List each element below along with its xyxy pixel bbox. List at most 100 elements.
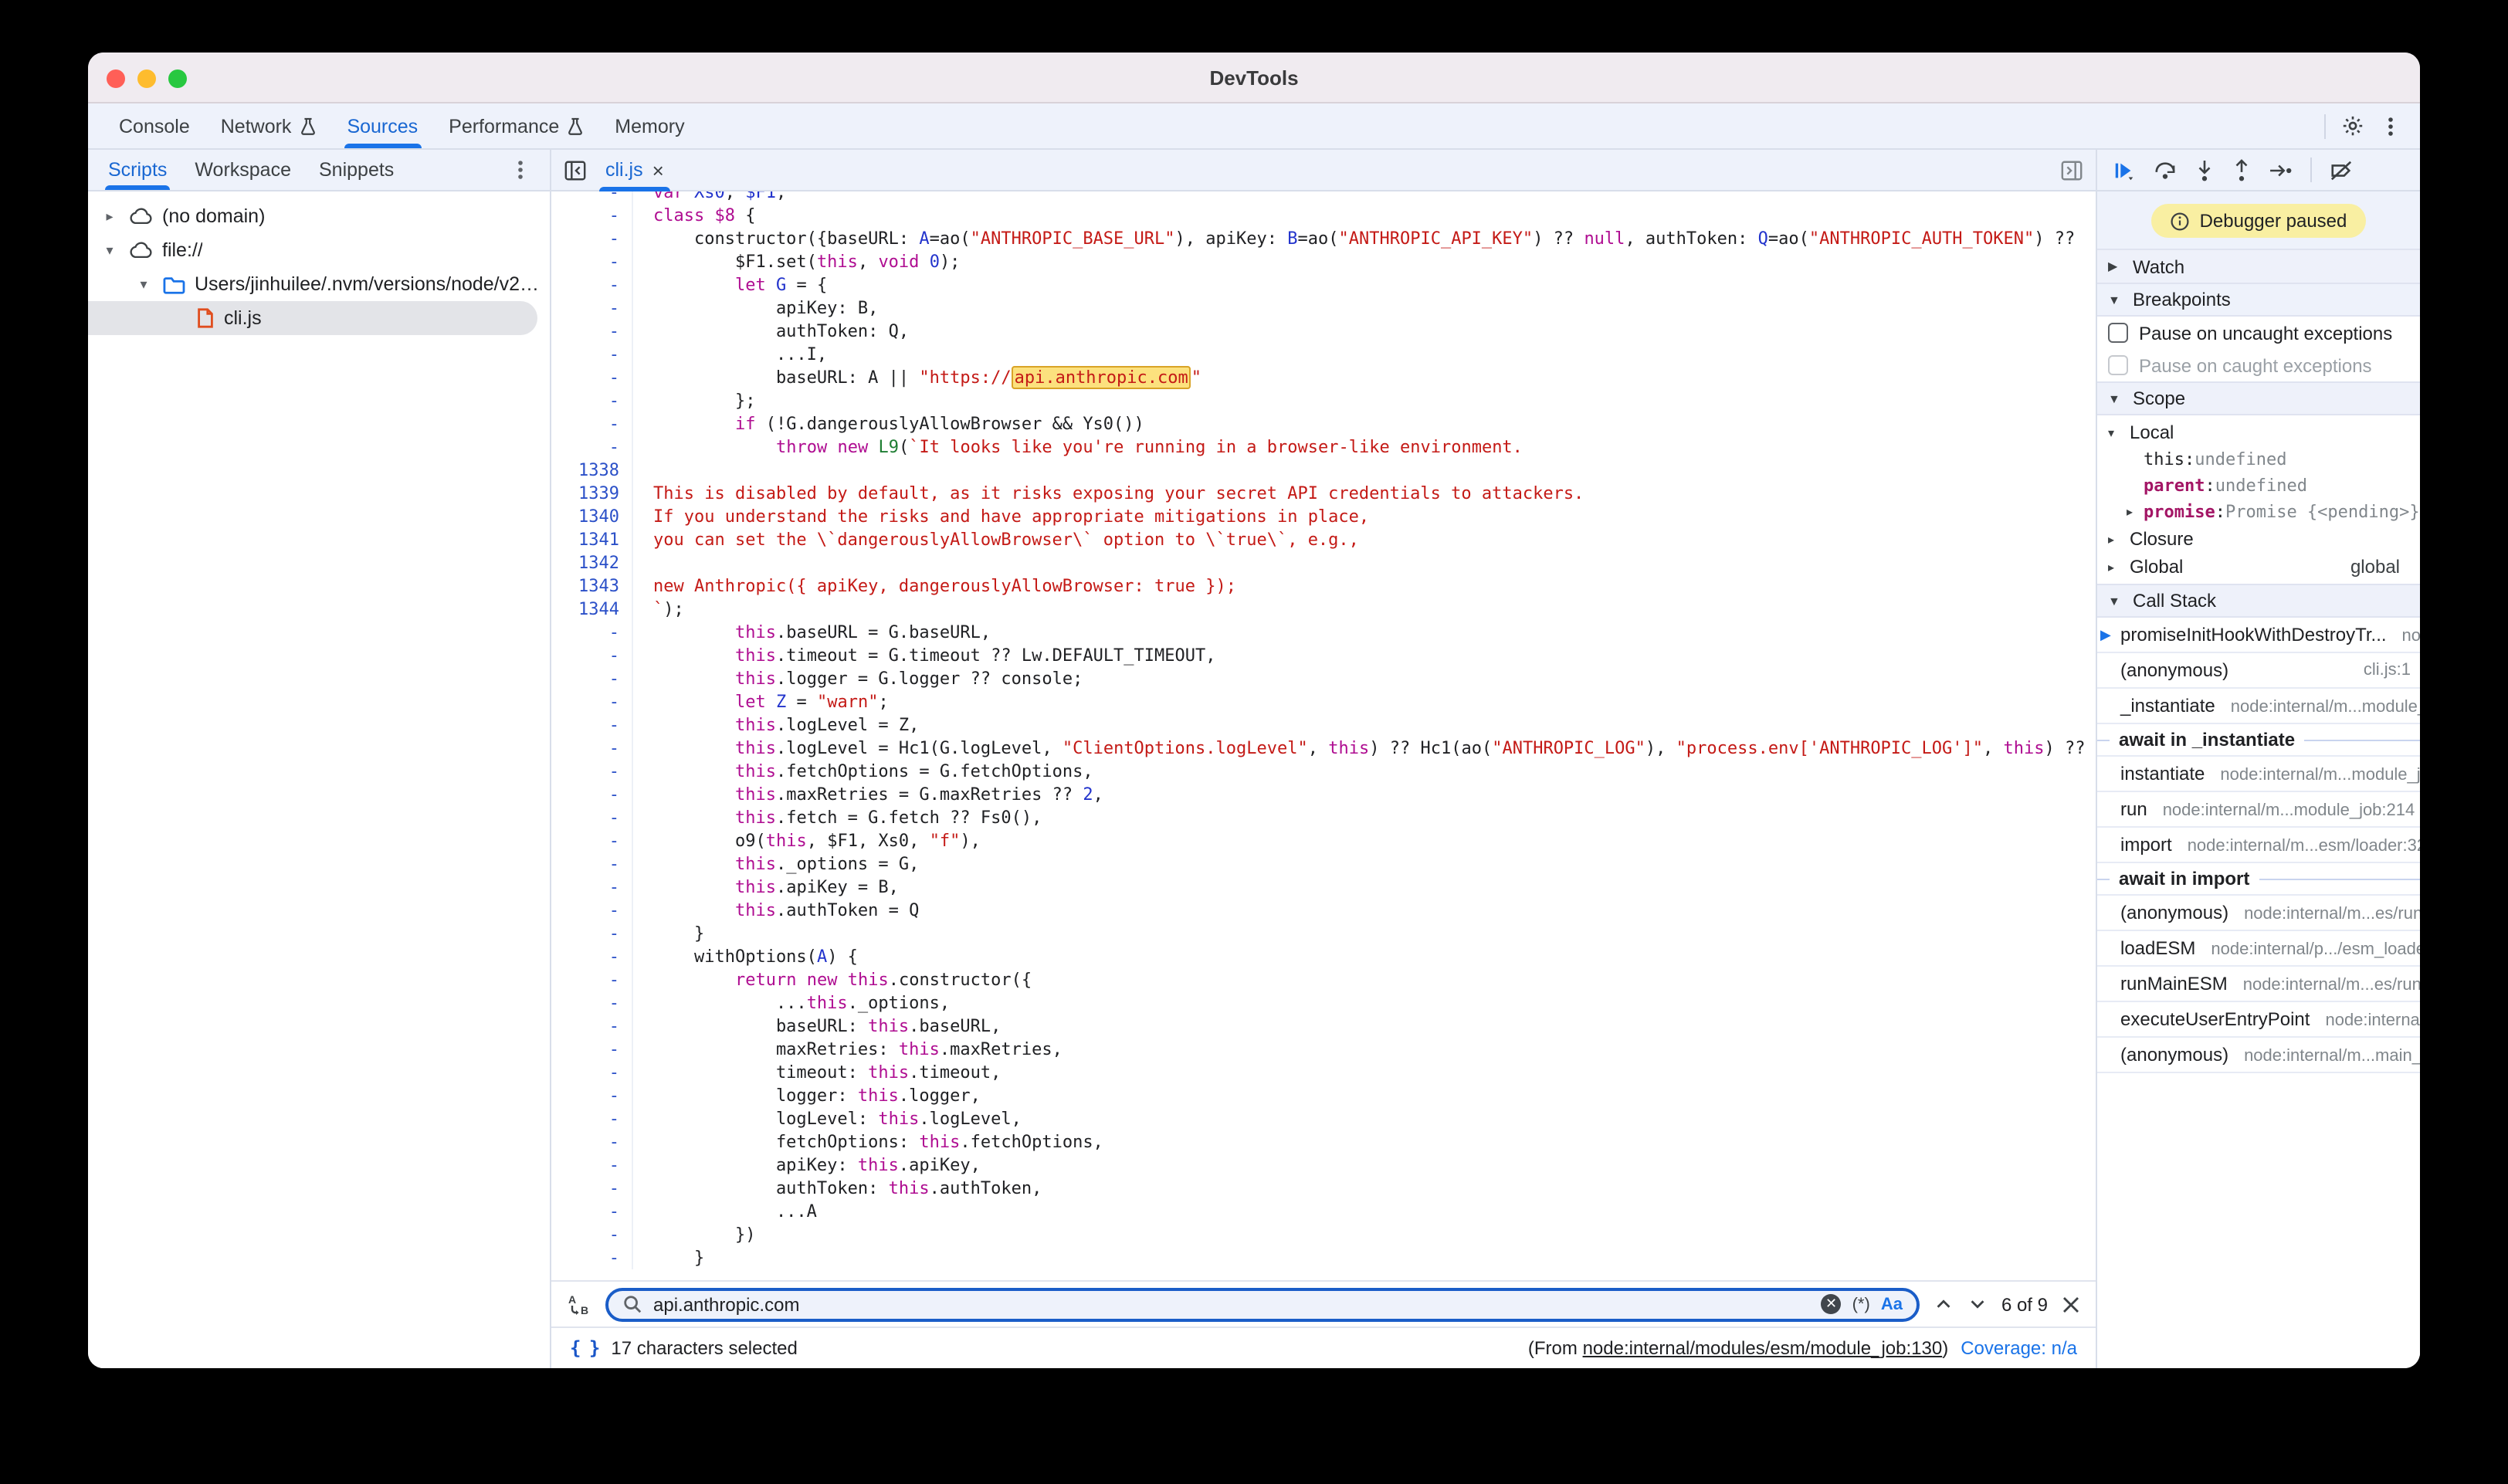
code-line[interactable]: - this.logLevel = Hc1(G.logLevel, "Clien… <box>551 737 2096 760</box>
line-number[interactable]: - <box>551 204 632 227</box>
call-stack-frame[interactable]: ▶promiseInitHookWithDestroyTr...node:int… <box>2097 618 2420 653</box>
scope-group-closure[interactable]: ▸Closure <box>2097 525 2420 553</box>
code-line[interactable]: - } <box>551 1246 2096 1269</box>
breakpoints-section-header[interactable]: ▼ Breakpoints <box>2097 283 2420 317</box>
sidebar-tab-snippets[interactable]: Snippets <box>305 150 408 190</box>
line-number[interactable]: - <box>551 1061 632 1084</box>
code-line[interactable]: - this.baseURL = G.baseURL, <box>551 621 2096 644</box>
line-number[interactable]: - <box>551 899 632 922</box>
code-line[interactable]: - ...I, <box>551 343 2096 366</box>
line-number[interactable]: - <box>551 991 632 1015</box>
line-number[interactable]: - <box>551 1177 632 1200</box>
close-tab-icon[interactable]: × <box>652 160 664 180</box>
code-line[interactable]: 1343new Anthropic({ apiKey, dangerouslyA… <box>551 574 2096 598</box>
line-number[interactable]: - <box>551 713 632 737</box>
code-line[interactable]: - return new this.constructor({ <box>551 968 2096 991</box>
line-number[interactable]: 1341 <box>551 528 632 551</box>
line-number[interactable]: - <box>551 1223 632 1246</box>
tree-item-file-[interactable]: ▾file:// <box>88 233 537 267</box>
call-stack-section-header[interactable]: ▼ Call Stack <box>2097 584 2420 618</box>
pretty-print-icon[interactable]: { } <box>570 1337 598 1359</box>
line-number[interactable]: - <box>551 737 632 760</box>
code-line[interactable]: - } <box>551 922 2096 945</box>
code-line[interactable]: - fetchOptions: this.fetchOptions, <box>551 1130 2096 1154</box>
code-line[interactable]: - authToken: this.authToken, <box>551 1177 2096 1200</box>
line-number[interactable]: - <box>551 1200 632 1223</box>
line-number[interactable]: - <box>551 1246 632 1269</box>
line-number[interactable]: - <box>551 296 632 320</box>
show-debugger-sidebar-icon[interactable] <box>2060 158 2083 181</box>
call-stack-frame[interactable]: loadESMnode:internal/p.../esm_loader:34 <box>2097 931 2420 967</box>
line-number[interactable]: - <box>551 320 632 343</box>
code-line[interactable]: - withOptions(A) { <box>551 945 2096 968</box>
line-number[interactable]: - <box>551 343 632 366</box>
match-case-toggle[interactable]: Aa <box>1881 1295 1903 1313</box>
line-number[interactable]: - <box>551 1015 632 1038</box>
line-number[interactable]: - <box>551 435 632 459</box>
clear-search-icon[interactable]: ✕ <box>1822 1294 1842 1314</box>
code-line[interactable]: - this.fetchOptions = G.fetchOptions, <box>551 760 2096 783</box>
next-match-icon[interactable] <box>1967 1294 1988 1314</box>
scope-section-header[interactable]: ▼ Scope <box>2097 381 2420 415</box>
tab-sources[interactable]: Sources <box>331 103 433 148</box>
line-number[interactable]: 1344 <box>551 598 632 621</box>
breakpoint-option[interactable]: Pause on caught exceptions <box>2097 349 2420 381</box>
call-stack-frame[interactable]: instantiatenode:internal/m...module_job:… <box>2097 757 2420 792</box>
code-line[interactable]: - authToken: Q, <box>551 320 2096 343</box>
tree-item--no-domain-[interactable]: ▸(no domain) <box>88 199 537 233</box>
line-number[interactable]: 1339 <box>551 482 632 505</box>
line-number[interactable]: - <box>551 227 632 250</box>
scope-property-this[interactable]: this: undefined <box>2097 446 2420 473</box>
line-number[interactable]: - <box>551 945 632 968</box>
line-number[interactable]: - <box>551 1130 632 1154</box>
line-number[interactable]: - <box>551 1107 632 1130</box>
tab-console[interactable]: Console <box>103 103 205 148</box>
tab-memory[interactable]: Memory <box>599 103 700 148</box>
scope-group-local[interactable]: ▾Local <box>2097 418 2420 446</box>
checkbox[interactable] <box>2108 323 2128 343</box>
line-number[interactable]: - <box>551 806 632 829</box>
call-stack-frame[interactable]: runMainESMnode:internal/m...es/run_main:… <box>2097 967 2420 1002</box>
code-line[interactable]: - ...A <box>551 1200 2096 1223</box>
call-stack-frame[interactable]: (anonymous)node:internal/m...main_module… <box>2097 1038 2420 1073</box>
code-line[interactable]: - let G = { <box>551 273 2096 296</box>
tab-performance[interactable]: Performance <box>433 103 599 148</box>
line-number[interactable]: 1338 <box>551 459 632 482</box>
code-line[interactable]: - o9(this, $F1, Xs0, "f"), <box>551 829 2096 852</box>
regex-toggle[interactable]: (*) <box>1852 1295 1870 1313</box>
breakpoint-option[interactable]: Pause on uncaught exceptions <box>2097 317 2420 349</box>
tree-item-users-jinhuilee-nvm-versions-node-v2-[interactable]: ▾Users/jinhuilee/.nvm/versions/node/v2… <box>88 267 537 301</box>
line-number[interactable]: - <box>551 1084 632 1107</box>
line-number[interactable]: - <box>551 760 632 783</box>
code-line[interactable]: - this._options = G, <box>551 852 2096 876</box>
more-options-icon[interactable] <box>2380 115 2401 137</box>
sidebar-tab-scripts[interactable]: Scripts <box>94 150 181 190</box>
settings-gear-icon[interactable] <box>2341 114 2364 137</box>
line-number[interactable]: - <box>551 273 632 296</box>
code-line[interactable]: - this.logLevel = Z, <box>551 713 2096 737</box>
line-number[interactable]: - <box>551 922 632 945</box>
step-icon[interactable] <box>2269 160 2293 180</box>
scope-group-global[interactable]: ▸Globalglobal <box>2097 553 2420 581</box>
tab-network[interactable]: Network <box>205 103 332 148</box>
line-number[interactable]: - <box>551 644 632 667</box>
step-out-icon[interactable] <box>2232 158 2252 181</box>
scope-property-parent[interactable]: parent: undefined <box>2097 473 2420 499</box>
line-number[interactable]: - <box>551 876 632 899</box>
code-line[interactable]: - timeout: this.timeout, <box>551 1061 2096 1084</box>
tree-item-cli-js[interactable]: cli.js <box>88 301 537 335</box>
call-stack-frame[interactable]: executeUserEntryPointnode:internal/m...s… <box>2097 1002 2420 1038</box>
line-number[interactable]: - <box>551 1038 632 1061</box>
line-number[interactable]: - <box>551 412 632 435</box>
code-line[interactable]: - if (!G.dangerouslyAllowBrowser && Ys0(… <box>551 412 2096 435</box>
previous-match-icon[interactable] <box>1934 1294 1954 1314</box>
code-line[interactable]: - }) <box>551 1223 2096 1246</box>
sidebar-tab-workspace[interactable]: Workspace <box>181 150 305 190</box>
minimize-window-button[interactable] <box>137 69 156 87</box>
step-over-icon[interactable] <box>2153 158 2178 181</box>
line-number[interactable]: 1343 <box>551 574 632 598</box>
line-number[interactable]: - <box>551 667 632 690</box>
close-search-icon[interactable] <box>2062 1295 2080 1313</box>
code-line[interactable]: - $F1.set(this, void 0); <box>551 250 2096 273</box>
code-line[interactable]: 1340If you understand the risks and have… <box>551 505 2096 528</box>
